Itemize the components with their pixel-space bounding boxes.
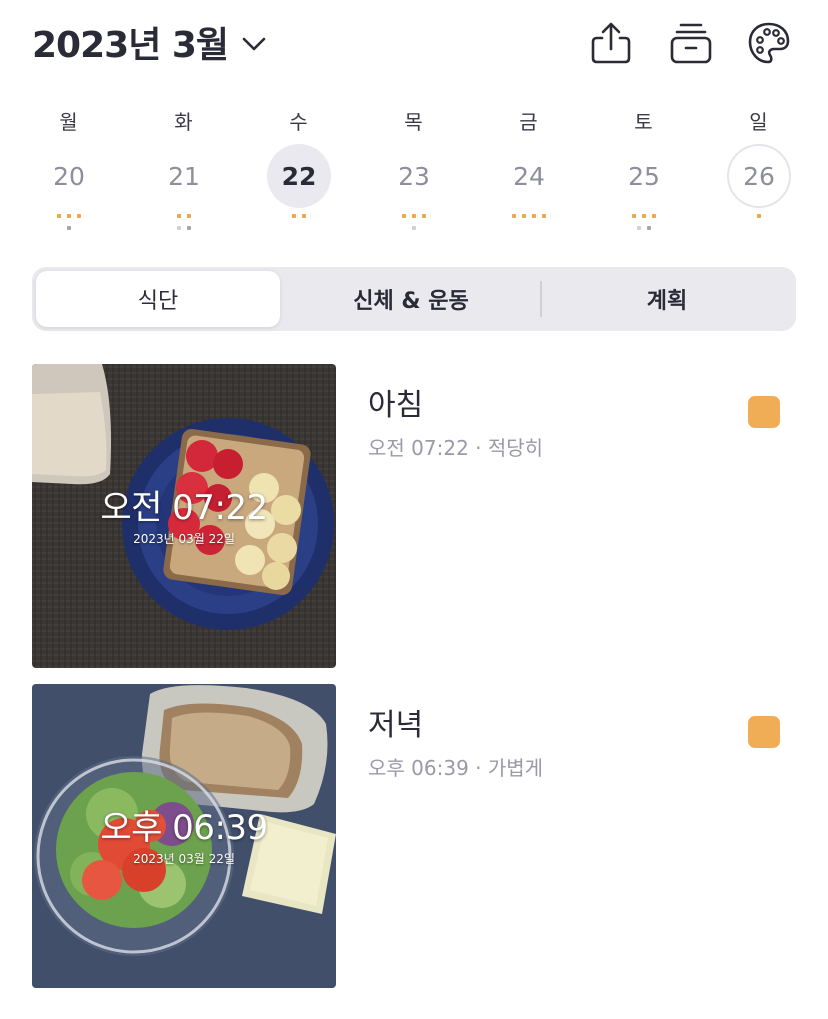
day-column[interactable]: 화 21	[126, 100, 241, 240]
weekday-label: 토	[634, 110, 653, 134]
meal-color-tag	[748, 716, 780, 748]
palette-icon[interactable]	[746, 20, 792, 66]
tab-diet[interactable]: 식단	[36, 271, 280, 327]
day-column[interactable]: 금 24	[471, 100, 586, 240]
meal-dots	[356, 214, 471, 218]
day-column[interactable]: 토 25	[586, 100, 701, 240]
photo-time-overlay: 오후 06:39	[100, 808, 268, 848]
day-column[interactable]: 목 23	[356, 100, 471, 240]
weekday-label: 수	[289, 110, 308, 134]
day-column[interactable]: 수 22	[241, 100, 356, 240]
category-tabs: 식단 신체 & 운동 계획	[32, 267, 796, 331]
date-number: 21	[168, 161, 200, 191]
header: 2023년 3월	[32, 14, 796, 70]
week-strip: 월 20 화 21 수 22 목 23 금 24 토 25 일 26	[11, 100, 817, 240]
meal-entry-breakfast[interactable]: 오전 07:22 2023년 03월 22일 아침 오전 07:22 · 적당히	[32, 364, 796, 668]
day-column[interactable]: 월 20	[11, 100, 126, 240]
meal-subtitle: 오후 06:39 · 가볍게	[368, 756, 544, 780]
weekday-label: 금	[519, 110, 538, 134]
meal-dots	[126, 214, 241, 218]
chevron-down-icon	[242, 37, 266, 51]
meal-entry-dinner[interactable]: 오후 06:39 2023년 03월 22일 저녁 오후 06:39 · 가볍게	[32, 684, 796, 988]
tab-body-exercise[interactable]: 신체 & 운동	[282, 271, 540, 327]
activity-dots	[356, 226, 471, 230]
meal-color-tag	[748, 396, 780, 428]
day-column[interactable]: 일 26	[701, 100, 816, 240]
meal-dots	[11, 214, 126, 218]
share-icon[interactable]	[588, 20, 634, 66]
weekday-label: 일	[749, 110, 768, 134]
meal-subtitle: 오전 07:22 · 적당히	[368, 436, 544, 460]
tab-plan[interactable]: 계획	[542, 271, 792, 327]
photo-date-overlay: 2023년 03월 22일	[133, 852, 235, 866]
weekday-label: 월	[59, 110, 78, 134]
date-number: 25	[628, 161, 660, 191]
meal-dots	[586, 214, 701, 218]
weekday-label: 화	[174, 110, 193, 134]
date-number-selected: 22	[267, 144, 331, 208]
meal-dots	[471, 214, 586, 218]
photo-time-overlay: 오전 07:22	[100, 488, 268, 528]
activity-dots	[586, 226, 701, 230]
activity-dots	[126, 226, 241, 230]
meal-photo[interactable]: 오전 07:22 2023년 03월 22일	[32, 364, 336, 668]
month-selector[interactable]: 2023년 3월	[32, 16, 266, 68]
date-number: 20	[53, 161, 85, 191]
meal-name: 아침	[368, 388, 424, 423]
date-number: 24	[513, 161, 545, 191]
photo-date-overlay: 2023년 03월 22일	[133, 532, 235, 546]
meal-photo[interactable]: 오후 06:39 2023년 03월 22일	[32, 684, 336, 988]
month-title: 2023년 3월	[32, 25, 229, 66]
meal-dots	[701, 214, 816, 218]
meal-name: 저녁	[368, 708, 424, 743]
meal-dots	[241, 214, 356, 218]
date-number-today: 26	[727, 144, 791, 208]
tray-icon[interactable]	[668, 20, 714, 66]
date-number: 23	[398, 161, 430, 191]
activity-dots	[11, 226, 126, 230]
weekday-label: 목	[404, 110, 423, 134]
